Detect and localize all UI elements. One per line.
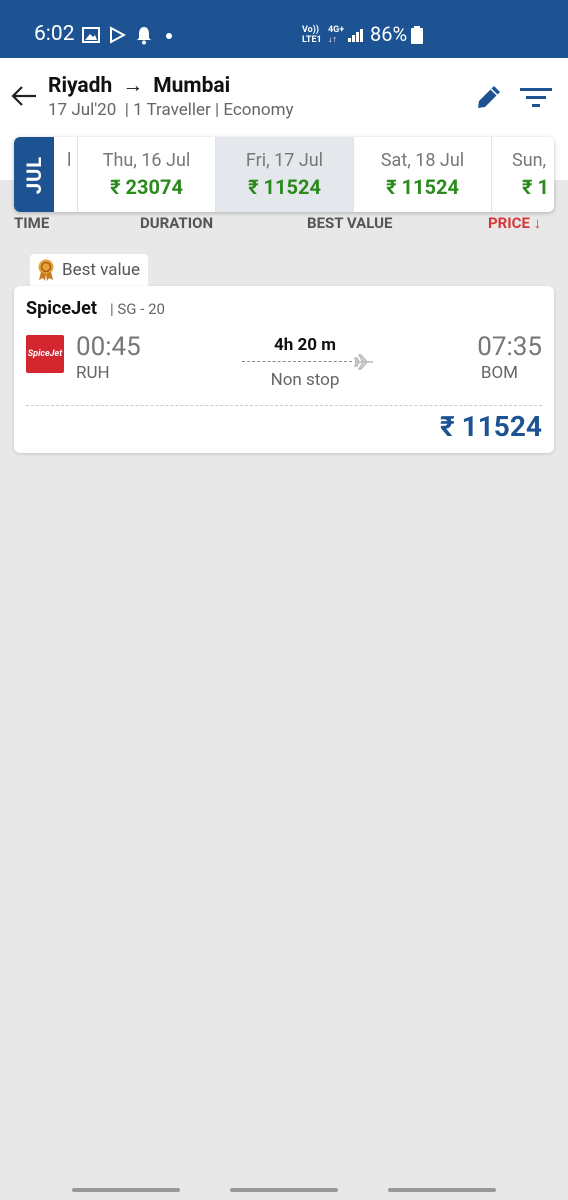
system-nav-bar [0, 1180, 568, 1200]
flight-card[interactable]: SpiceJet | SG - 20 SpiceJet 00:45 RUH 4h… [14, 286, 554, 453]
nav-back[interactable] [388, 1188, 496, 1192]
month-tab: JUL [14, 137, 54, 212]
route-line [242, 361, 352, 362]
status-bar: 6:02 Vo)) LTE1 4G+ ↓↑ 86% [0, 0, 568, 58]
date-cell-sat-18[interactable]: Sat, 18 Jul ₹ 11524 [353, 137, 491, 212]
airline-logo: SpiceJet [26, 335, 64, 373]
plane-icon [354, 354, 373, 370]
route-arrow-icon: → [122, 74, 144, 98]
date-cell-thu-16[interactable]: Thu, 16 Jul ₹ 23074 [77, 137, 215, 212]
flight-price: ₹ 11524 [439, 410, 542, 443]
gallery-icon [82, 27, 100, 43]
date-label: Sun, [512, 150, 547, 171]
best-value-badge: Best value [30, 254, 149, 286]
sort-best-value[interactable]: BEST VALUE [307, 214, 392, 232]
back-arrow-icon[interactable] [10, 84, 38, 108]
nav-recents[interactable] [72, 1188, 180, 1192]
date-label: Sat, 18 Jul [380, 150, 465, 171]
sort-price[interactable]: PRICE ↓ [488, 214, 541, 232]
date-price: ₹ 11524 [248, 175, 321, 199]
battery-percent: 86% [370, 22, 408, 46]
bell-icon [137, 27, 151, 45]
status-time: 6:02 [34, 22, 75, 46]
play-store-icon [110, 26, 126, 44]
date-cell-fri-17[interactable]: Fri, 17 Jul ₹ 11524 [215, 137, 353, 212]
nav-home[interactable] [230, 1188, 338, 1192]
medal-icon [38, 259, 54, 281]
sort-time[interactable]: TIME [14, 214, 49, 232]
lte-label: LTE1 [302, 35, 322, 45]
month-label: JUL [22, 155, 46, 194]
date-cell-previous[interactable]: l [54, 137, 78, 212]
volte-indicator: Vo)) LTE1 [302, 25, 322, 45]
travel-date: 17 Jul'20 [48, 100, 117, 120]
badge-label: Best value [62, 260, 141, 280]
departure-time: 00:45 [76, 332, 141, 362]
network-type-label: 4G+ [328, 25, 345, 35]
date-price: ₹ 11524 [386, 175, 459, 199]
traveller-class: | 1 Traveller | Economy [124, 100, 294, 120]
stops-label: Non stop [270, 370, 340, 390]
card-divider [26, 405, 542, 406]
departure-code: RUH [76, 363, 110, 383]
date-label: Thu, 16 Jul [102, 150, 191, 171]
date-price: ₹ 1 [522, 175, 549, 199]
date-price: ₹ 23074 [110, 175, 183, 199]
route-title[interactable]: Riyadh → Mumbai [48, 74, 230, 98]
sort-bar: TIME DURATION BEST VALUE PRICE ↓ [0, 212, 568, 234]
airline-name: SpiceJet [26, 298, 97, 319]
arrival-time: 07:35 [477, 332, 542, 362]
data-indicator: 4G+ ↓↑ [328, 25, 344, 45]
destination-city: Mumbai [153, 74, 231, 98]
filter-icon[interactable] [520, 86, 552, 110]
data-arrows-icon: ↓↑ [328, 35, 337, 45]
sort-duration[interactable]: DURATION [140, 214, 213, 232]
arrival-code: BOM [480, 363, 518, 383]
sort-descending-icon: ↓ [533, 214, 542, 232]
date-cell-sun-19[interactable]: Sun, ₹ 1 [491, 137, 554, 212]
date-label: Fri, 17 Jul [245, 150, 324, 171]
volte-label: Vo)) [302, 25, 320, 35]
flight-number: | SG - 20 [110, 300, 165, 318]
origin-city: Riyadh [48, 74, 113, 98]
edit-icon[interactable] [474, 82, 504, 112]
date-price-strip: JUL l Thu, 16 Jul ₹ 23074 Fri, 17 Jul ₹ … [14, 137, 554, 212]
sort-price-label: PRICE [488, 214, 530, 232]
date-partial-label: l [67, 150, 72, 171]
dot-icon [166, 33, 172, 39]
battery-icon [411, 26, 423, 44]
flight-duration: 4h 20 m [274, 335, 336, 355]
trip-details: 17 Jul'20 | 1 Traveller | Economy [48, 100, 294, 120]
signal-icon [348, 29, 363, 42]
